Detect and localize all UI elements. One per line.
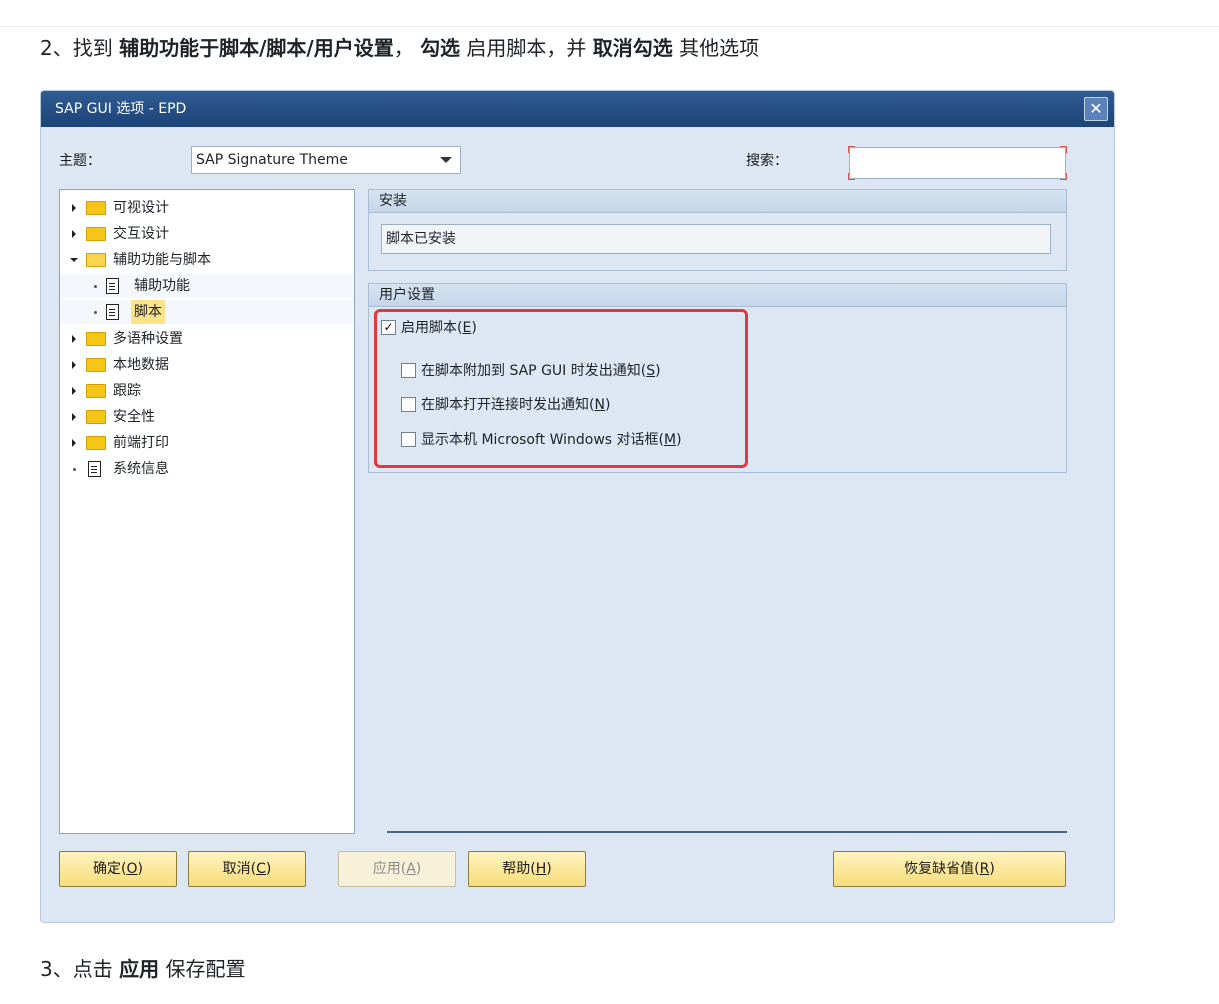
restore-defaults-button[interactable]: 恢复缺省值(R) (833, 851, 1066, 887)
ok-button[interactable]: 确定(O) (59, 851, 177, 887)
tree-item-label: 多语种设置 (113, 331, 183, 347)
chevron-down-icon[interactable] (70, 258, 78, 262)
focus-corner (1060, 173, 1067, 180)
tree-item-local-data[interactable]: 本地数据 (60, 353, 354, 377)
top-divider (0, 26, 1219, 27)
install-group: 安装 脚本已安装 (368, 189, 1067, 271)
tree-bullet (73, 468, 76, 471)
tree-item-label: 安全性 (113, 409, 155, 425)
tree-item-label: 交互设计 (113, 226, 169, 242)
tree-item-label: 前端打印 (113, 435, 169, 451)
tree-item-label: 系统信息 (113, 461, 169, 477)
chevron-right-icon[interactable] (72, 439, 76, 447)
chevron-right-icon[interactable] (72, 230, 76, 238)
folder-icon (86, 410, 106, 424)
tree-item-security[interactable]: 安全性 (60, 405, 354, 429)
install-status-field: 脚本已安装 (381, 224, 1051, 254)
tree-item-label: 本地数据 (113, 357, 169, 373)
instruction-step-2: 2、找到 辅助功能于脚本/脚本/用户设置， 勾选 启用脚本，并 取消勾选 其他选… (40, 36, 760, 60)
footer-separator (387, 831, 1067, 833)
chevron-right-icon[interactable] (72, 413, 76, 421)
apply-button[interactable]: 应用(A) (338, 851, 456, 887)
install-group-header: 安装 (369, 190, 1066, 213)
focus-corner (848, 173, 855, 180)
document-icon (88, 461, 101, 477)
folder-icon (86, 436, 106, 450)
theme-label: 主题： (59, 153, 101, 169)
document-icon (106, 304, 119, 320)
chevron-down-icon[interactable] (440, 157, 452, 163)
folder-icon (86, 227, 106, 241)
tree-item-label: 跟踪 (113, 383, 141, 399)
chevron-right-icon[interactable] (72, 387, 76, 395)
dialog-titlebar[interactable]: SAP GUI 选项 - EPD ✕ (41, 91, 1114, 127)
theme-select[interactable]: SAP Signature Theme (191, 146, 461, 174)
dialog-title: SAP GUI 选项 - EPD (55, 101, 187, 117)
chevron-right-icon[interactable] (72, 204, 76, 212)
search-label: 搜索： (746, 153, 788, 169)
tree-item-label: 辅助功能 (134, 278, 190, 294)
tree-item-frontend-print[interactable]: 前端打印 (60, 431, 354, 455)
search-input[interactable] (848, 146, 1067, 180)
focus-corner (1060, 146, 1067, 153)
tree-item-visual-design[interactable]: 可视设计 (60, 196, 354, 220)
tree-item-label: 辅助功能与脚本 (113, 252, 211, 268)
folder-open-icon (86, 253, 106, 267)
instruction-step-3: 3、点击 应用 保存配置 (40, 957, 246, 981)
tree-item-system-info[interactable]: 系统信息 (60, 457, 354, 481)
help-button[interactable]: 帮助(H) (468, 851, 586, 887)
document-icon (106, 278, 119, 294)
tree-item-accessibility[interactable]: 辅助功能 (60, 274, 354, 298)
folder-icon (86, 332, 106, 346)
focus-corner (848, 146, 855, 153)
folder-icon (86, 358, 106, 372)
folder-icon (86, 384, 106, 398)
sap-gui-options-dialog: SAP GUI 选项 - EPD ✕ 主题： SAP Signature The… (40, 90, 1115, 923)
annotation-highlight-box (374, 309, 748, 468)
theme-select-value: SAP Signature Theme (196, 152, 348, 168)
close-icon[interactable]: ✕ (1084, 97, 1108, 121)
tree-item-scripting[interactable]: 脚本 (60, 300, 354, 324)
tree-item-label-selected: 脚本 (131, 300, 165, 324)
tree-item-trace[interactable]: 跟踪 (60, 379, 354, 403)
cancel-button[interactable]: 取消(C) (188, 851, 306, 887)
tree-item-accessibility-scripting[interactable]: 辅助功能与脚本 (60, 248, 354, 272)
tree-item-multilingual[interactable]: 多语种设置 (60, 327, 354, 351)
tree-item-label: 可视设计 (113, 200, 169, 216)
user-settings-header: 用户设置 (369, 284, 1066, 307)
chevron-right-icon[interactable] (72, 361, 76, 369)
tree-bullet (94, 285, 97, 288)
chevron-right-icon[interactable] (72, 335, 76, 343)
options-tree: 可视设计 交互设计 辅助功能与脚本 辅助功能 脚本 多语种设置 本地数据 跟踪 … (59, 189, 355, 834)
tree-bullet (94, 311, 97, 314)
folder-icon (86, 201, 106, 215)
tree-item-interaction-design[interactable]: 交互设计 (60, 222, 354, 246)
